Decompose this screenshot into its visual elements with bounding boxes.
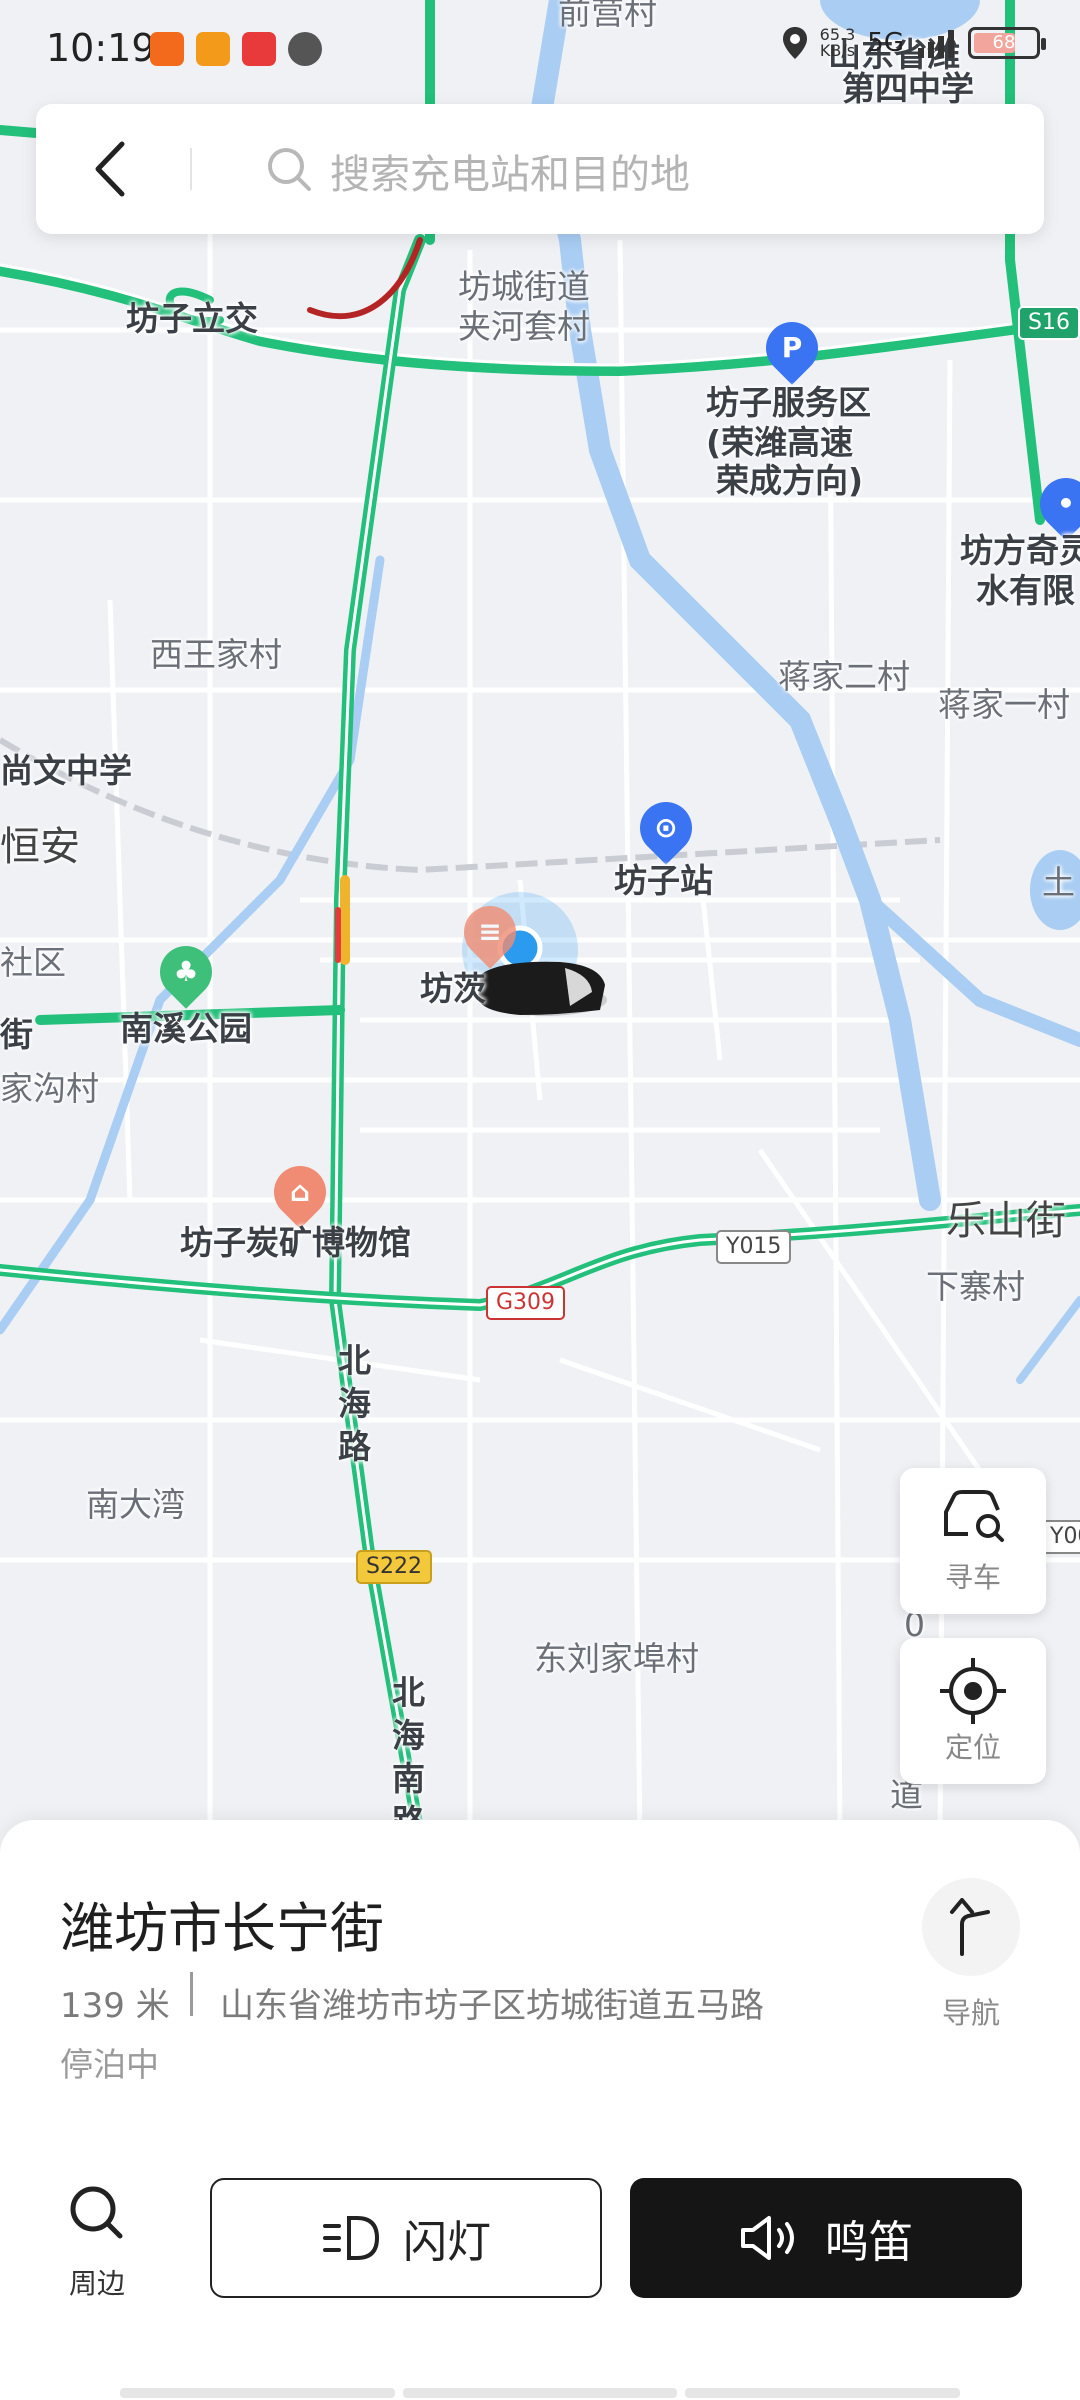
train-station-pin-icon[interactable]: ⊙ — [629, 791, 703, 865]
honk-button[interactable]: 鸣笛 — [630, 2178, 1022, 2298]
map-label: 家沟村 — [0, 1069, 99, 1108]
net-speed: 65.3 KB/s — [819, 25, 856, 60]
back-arrow-icon[interactable] — [76, 134, 146, 204]
locate-crosshair-icon — [940, 1658, 1006, 1724]
speaker-icon — [741, 2216, 794, 2260]
map-label: (荣潍高速 — [706, 423, 854, 462]
map-label: 乐山街 — [946, 1198, 1066, 1244]
map-label: 北海路 — [338, 1341, 371, 1466]
signal-bars-icon — [918, 30, 954, 58]
signal-label: 5G — [867, 28, 904, 58]
map-label: 坊子炭矿博物馆 — [180, 1223, 411, 1262]
nearby-button[interactable]: 周边 — [52, 2182, 142, 2300]
map-label: 社区 — [0, 943, 66, 982]
status-right: 65.3 KB/s 5G 68 — [782, 25, 1046, 60]
battery-icon: 68 — [968, 27, 1046, 59]
map-label: 东刘家埠村 — [534, 1639, 699, 1678]
notification-icons — [150, 32, 322, 66]
park-pin-icon[interactable]: ♣ — [149, 935, 223, 1009]
location-title: 潍坊市长宁街 — [60, 1897, 384, 1960]
map-label: 坊子立交 — [126, 299, 258, 338]
shopping-app-icon — [196, 32, 230, 66]
distance-label: 139 米 — [60, 1986, 170, 2026]
locate-label: 定位 — [944, 1731, 1001, 1764]
find-car-button[interactable]: 寻车 — [900, 1468, 1046, 1614]
map-label: 坊方奇灵 — [960, 531, 1080, 570]
map-label: 荣成方向) — [716, 461, 864, 500]
map-label: 恒安 — [0, 824, 80, 870]
flash-lights-button[interactable]: 闪灯 — [210, 2178, 602, 2298]
headlight-icon — [323, 2216, 380, 2260]
map-label: 坊子服务区 — [706, 383, 871, 422]
map-label: 南大湾 — [86, 1485, 185, 1524]
chat-bubble-icon — [288, 32, 322, 66]
car-marker — [478, 961, 607, 1016]
find-car-icon — [944, 1490, 1004, 1542]
status-bar: 10:19 65.3 KB/s 5G 68 — [0, 0, 1080, 100]
parking-pin-icon[interactable]: P — [755, 311, 829, 385]
find-car-label: 寻车 — [944, 1561, 1001, 1594]
locate-button[interactable]: 定位 — [900, 1638, 1046, 1784]
map-label: 蒋家一村 — [938, 685, 1070, 724]
navigate-label[interactable]: 导航 — [920, 1990, 1022, 2032]
road-shield: Y015 — [716, 1230, 792, 1265]
map-label: 尚文中学 — [0, 751, 132, 790]
status-time: 10:19 — [46, 26, 156, 70]
map-label: 土 — [1042, 863, 1075, 902]
address-label: 山东省潍坊市坊子区坊城街道五马路 — [220, 1986, 764, 2026]
map-label: 下寨村 — [926, 1267, 1025, 1306]
navigation-arrow-icon — [950, 1898, 990, 1956]
map-label: 蒋家二村 — [778, 657, 910, 696]
nearby-label: 周边 — [68, 2267, 125, 2300]
road-shield: Y00 — [1040, 1520, 1080, 1555]
road-shield: S222 — [356, 1550, 432, 1585]
search-icon — [268, 148, 311, 191]
map-label: 坊子站 — [614, 861, 713, 900]
map-label: 西王家村 — [150, 635, 282, 674]
location-icon — [782, 27, 807, 59]
gesture-bar — [120, 2388, 961, 2398]
map-label: 水有限 — [976, 571, 1075, 610]
map-label: 街 — [0, 1015, 33, 1054]
map-label: 南溪公园 — [120, 1009, 252, 1048]
honk-label: 鸣笛 — [825, 2217, 913, 2268]
poi-pin-icon[interactable]: ≡ — [453, 895, 527, 969]
location-card: 潍坊市长宁街 139 米 山东省潍坊市坊子区坊城街道五马路 停泊中 导航 周边 … — [0, 1820, 1080, 2400]
map-label: 北海南路 — [392, 1673, 425, 1840]
road-shield: G309 — [486, 1286, 566, 1321]
map-label: 坊茨 — [420, 969, 486, 1008]
taobao-app-icon — [150, 32, 184, 66]
navigate-button[interactable] — [922, 1878, 1020, 1976]
search-input[interactable]: 搜索充电站和目的地 — [330, 142, 690, 200]
search-divider — [190, 148, 192, 190]
info-divider — [190, 1972, 193, 2016]
road-shield: S16 — [1018, 306, 1080, 341]
search-bar[interactable]: 搜索充电站和目的地 — [36, 104, 1044, 234]
flash-label: 闪灯 — [403, 2217, 491, 2268]
map-label: 坊城街道 — [458, 267, 590, 306]
nearby-search-icon — [70, 2186, 123, 2239]
museum-pin-icon[interactable]: ⌂ — [263, 1155, 337, 1229]
map-label: 夹河套村 — [458, 307, 590, 346]
promo-app-icon — [242, 32, 276, 66]
parking-state: 停泊中 — [60, 2045, 159, 2084]
